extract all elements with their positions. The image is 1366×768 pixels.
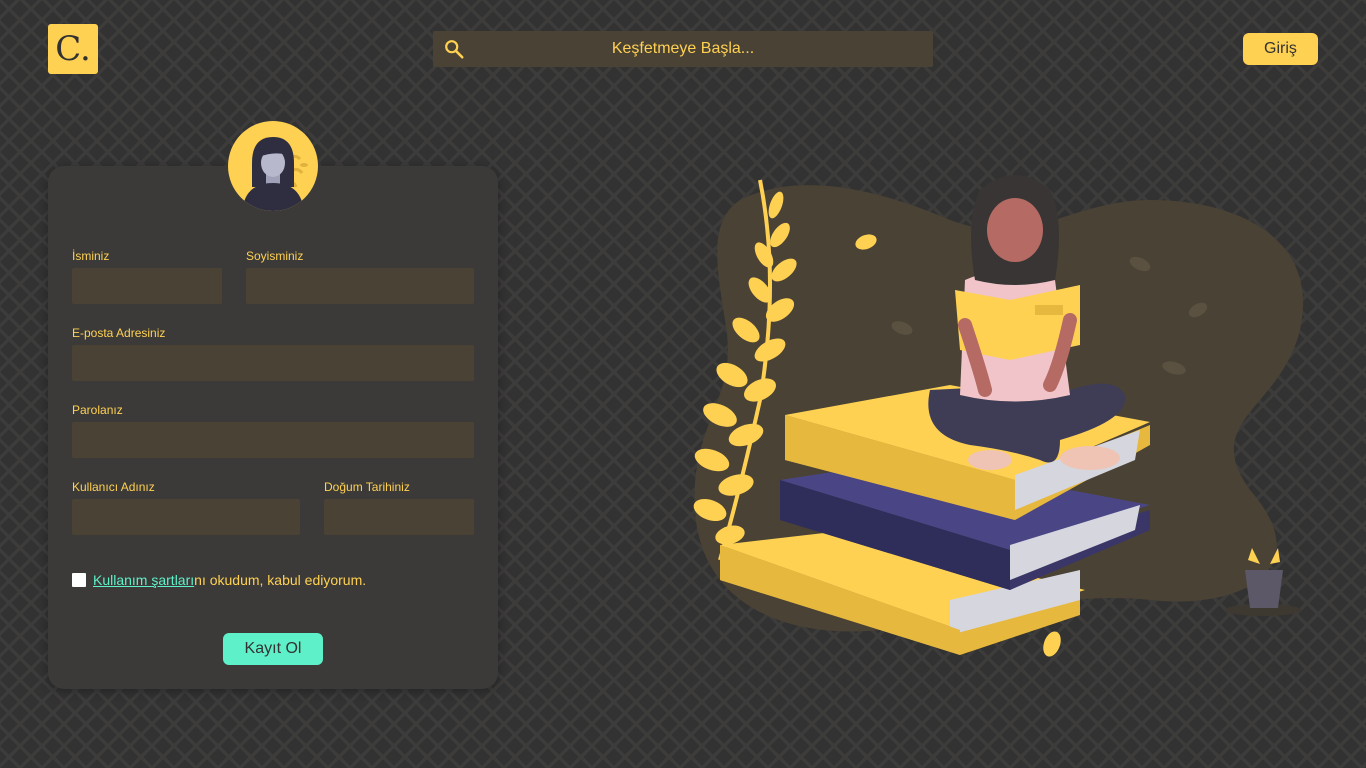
username-input[interactable] [72,499,300,535]
terms-text: nı okudum, kabul ediyorum. [194,572,367,588]
first-name-field: İsminiz [72,249,222,304]
brand-logo[interactable]: C. [48,24,98,74]
terms-checkbox[interactable] [72,573,86,587]
search-icon[interactable] [443,38,465,60]
first-name-label: İsminiz [72,249,110,263]
birth-date-field: Doğum Tarihiniz [324,480,474,535]
last-name-input[interactable] [246,268,474,304]
user-avatar-icon [228,121,318,211]
email-field: E-posta Adresiniz [72,326,474,381]
last-name-field: Soyisminiz [246,249,474,304]
email-label: E-posta Adresiniz [72,326,166,340]
terms-row: Kullanım şartları nı okudum, kabul ediyor… [72,571,366,589]
username-label: Kullanıcı Adınız [72,480,155,494]
search-input[interactable] [473,31,893,67]
birth-date-label: Doğum Tarihiniz [324,480,410,494]
password-label: Parolanız [72,403,123,417]
register-button[interactable]: Kayıt Ol [223,633,323,665]
birth-date-input[interactable] [324,499,474,535]
first-name-input[interactable] [72,268,222,304]
woman-reading-on-books-illustration [693,175,1304,657]
terms-link[interactable]: Kullanım şartları [93,572,194,588]
search-bar[interactable] [433,31,933,67]
password-input[interactable] [72,422,474,458]
brand-logo-text: C. [55,29,91,69]
password-field: Parolanız [72,403,474,458]
username-field: Kullanıcı Adınız [72,480,300,535]
last-name-label: Soyisminiz [246,249,304,263]
email-input[interactable] [72,345,474,381]
login-button[interactable]: Giriş [1243,33,1318,65]
